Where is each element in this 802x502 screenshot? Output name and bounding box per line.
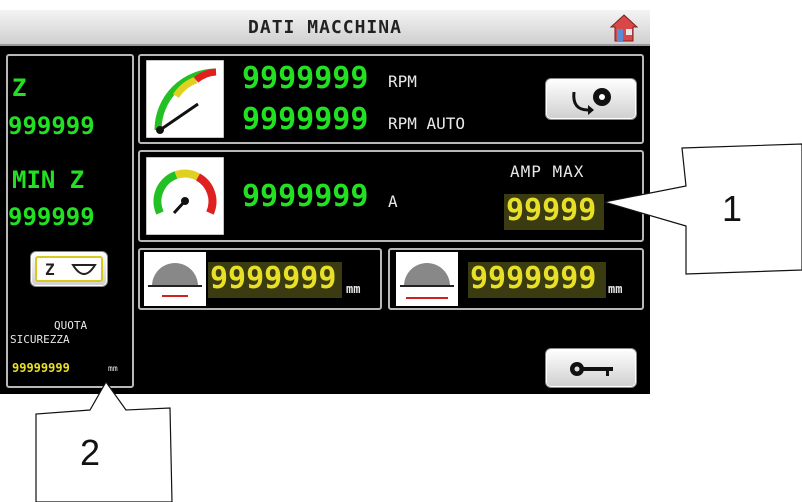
rotate-blade-button[interactable]: [545, 78, 637, 120]
blade-left-unit: mm: [346, 282, 361, 296]
amp-gauge-icon: [146, 157, 224, 235]
blade-width-icon: [144, 252, 206, 306]
z-value: 999999: [8, 112, 95, 140]
amp-max-label: AMP MAX: [510, 162, 585, 181]
rpm-gauge-icon: [146, 60, 224, 138]
key-button[interactable]: [545, 348, 637, 388]
home-icon[interactable]: [607, 11, 641, 45]
blade-right-value: 9999999: [470, 261, 597, 296]
blade-left-value: 9999999: [210, 261, 337, 296]
callout-1: [603, 143, 802, 275]
min-z-label: MIN Z: [12, 166, 85, 194]
key-icon: [570, 362, 613, 376]
rotate-blade-icon: [572, 88, 611, 115]
rpm-auto-unit: RPM AUTO: [388, 114, 466, 133]
blade-half-icon: [71, 264, 97, 275]
blade-diameter-icon: [396, 252, 458, 306]
quota-label: QUOTA: [54, 319, 88, 332]
z-label: Z: [12, 74, 27, 102]
amp-value: 9999999: [242, 179, 369, 214]
callout-1-label: 1: [722, 188, 743, 229]
rpm-value: 9999999: [242, 61, 369, 96]
z-blade-button[interactable]: Z: [30, 251, 108, 287]
safety-unit: mm: [108, 364, 118, 373]
rpm-auto-value: 9999999: [242, 102, 369, 137]
amp-max-value: 99999: [506, 193, 597, 228]
safety-value: 99999999: [12, 361, 70, 375]
callout-2-label: 2: [80, 432, 101, 473]
blade-right-unit: mm: [608, 282, 623, 296]
amp-unit: A: [388, 192, 398, 211]
rpm-unit: RPM: [388, 72, 417, 91]
min-z-value: 999999: [8, 203, 95, 231]
sicurezza-label: SICUREZZA: [10, 333, 70, 346]
z-button-label: Z: [45, 260, 55, 279]
window-title: DATI MACCHINA: [248, 17, 402, 38]
